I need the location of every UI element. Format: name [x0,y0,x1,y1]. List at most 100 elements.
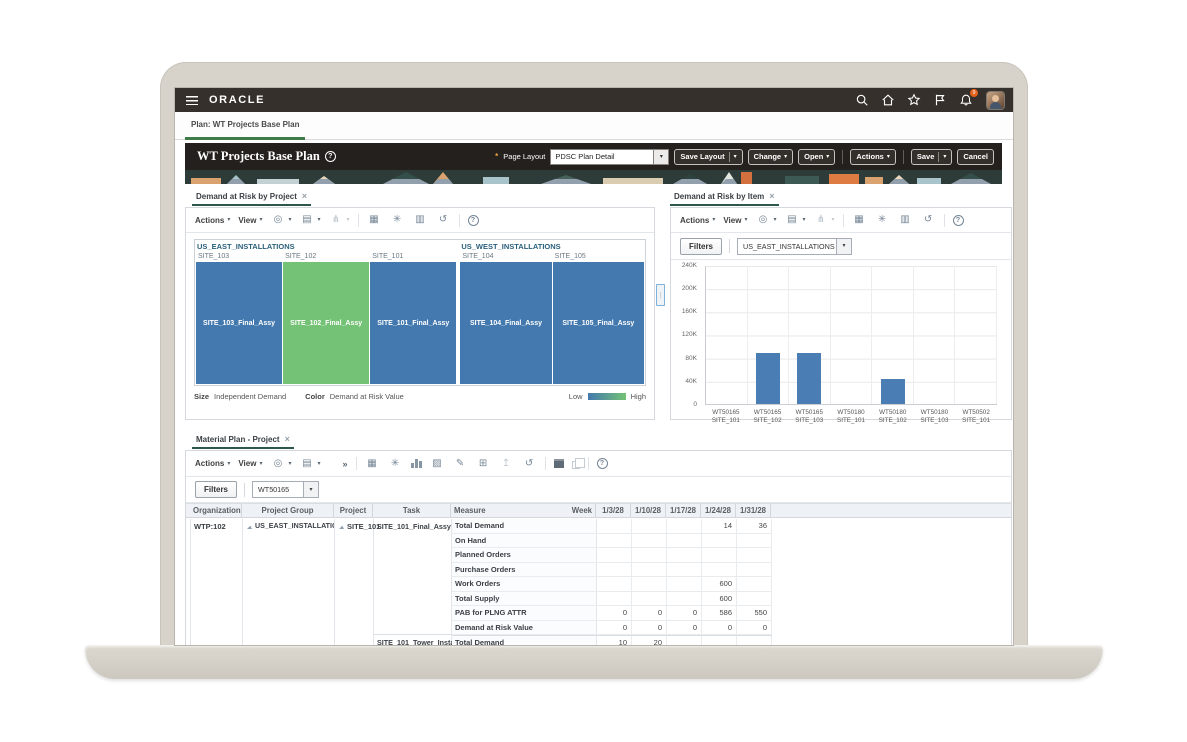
measure-value-cell[interactable] [667,592,702,606]
home-icon[interactable] [881,93,895,107]
treemap-node[interactable]: SITE_101 SITE_101_Final_Assy [370,252,456,384]
measure-value-cell[interactable] [667,636,702,645]
format-menu[interactable]: ▤ [784,215,805,225]
measure-value-cell[interactable] [702,636,737,645]
measure-value-cell[interactable] [667,534,702,548]
refresh-icon[interactable]: ↺ [921,215,936,225]
actions-button[interactable]: Actions [850,149,896,165]
view-menu[interactable]: View [723,216,747,225]
measure-value-cell[interactable]: 0 [737,621,772,635]
measure-value-cell[interactable]: 36 [737,519,772,533]
user-avatar[interactable] [987,92,1004,109]
measure-value-cell[interactable] [702,548,737,562]
export-icon[interactable]: ✳ [875,215,890,225]
edit-pencil-icon[interactable]: ✎ [453,459,468,469]
measure-value-cell[interactable]: 10 [597,636,632,645]
measure-value-cell[interactable]: 20 [632,636,667,645]
measure-value-cell[interactable] [597,577,632,591]
export-icon[interactable]: ✳ [388,459,403,469]
actions-menu[interactable]: Actions [195,459,230,468]
task-cell[interactable]: SITE_101_Final_Assy [374,519,451,635]
page-layout-value[interactable]: PDSC Plan Detail [550,149,654,165]
page-help-icon[interactable] [325,151,336,162]
help-icon[interactable] [953,215,964,226]
tab-material-plan-project[interactable]: Material Plan - Project [192,431,294,449]
view-menu[interactable]: View [238,459,262,468]
measure-value-cell[interactable] [597,548,632,562]
notifications-bell-icon[interactable]: 9 [959,93,973,107]
column-header-project-group[interactable]: Project Group [242,504,334,517]
refresh-icon[interactable]: ↺ [436,215,451,225]
measure-value-cell[interactable] [632,519,667,533]
chart-view-icon[interactable] [411,459,422,468]
measure-value-cell[interactable] [667,577,702,591]
measure-value-cell[interactable] [737,577,772,591]
bar[interactable] [881,379,905,404]
favorites-star-icon[interactable] [907,93,921,107]
print-icon[interactable]: ▦ [365,459,380,469]
column-header-week-1[interactable]: 1/3/28 [596,504,631,517]
change-button[interactable]: Change [748,149,794,165]
column-header-week-3[interactable]: 1/17/28 [666,504,701,517]
search-icon[interactable] [855,93,869,107]
pivot-table-icon[interactable]: ⊞ [476,459,491,469]
measure-value-cell[interactable] [632,563,667,577]
measure-value-cell[interactable]: 0 [632,621,667,635]
print-icon[interactable]: ▦ [367,215,382,225]
measure-value-cell[interactable] [632,592,667,606]
measure-value-cell[interactable]: 0 [597,621,632,635]
column-header-week-4[interactable]: 1/24/28 [701,504,736,517]
grid-view-icon[interactable]: ▥ [413,215,428,225]
organization-cell[interactable]: WTP:102 [191,519,243,645]
tab-plan[interactable]: Plan: WT Projects Base Plan [185,112,305,140]
dropdown-icon[interactable] [304,481,319,498]
measure-value-cell[interactable]: 0 [702,621,737,635]
measure-value-cell[interactable] [737,548,772,562]
edit-grid-icon[interactable]: ▨ [430,459,445,469]
save-button[interactable]: Save [911,149,953,165]
tab-demand-at-risk-by-item[interactable]: Demand at Risk by Item [670,188,779,206]
tab-demand-at-risk-by-project[interactable]: Demand at Risk by Project [192,188,311,206]
measure-value-cell[interactable] [702,563,737,577]
measure-value-cell[interactable] [737,636,772,645]
filter-value[interactable]: WT50165 [252,481,304,498]
export-icon[interactable]: ✳ [390,215,405,225]
measure-value-cell[interactable]: 0 [667,621,702,635]
help-icon[interactable] [468,215,479,226]
treemap-node[interactable]: SITE_104 SITE_104_Final_Assy [460,252,551,384]
measure-value-cell[interactable] [737,534,772,548]
measure-value-cell[interactable] [632,548,667,562]
column-header-week-5[interactable]: 1/31/28 [736,504,771,517]
target-menu[interactable]: ◎ [270,215,291,225]
column-header-measure[interactable]: Measure Week [451,504,596,517]
bar[interactable] [797,353,821,404]
actions-menu[interactable]: Actions [680,216,715,225]
measure-value-cell[interactable] [597,592,632,606]
grid-view-icon[interactable]: ▥ [898,215,913,225]
filters-button[interactable]: Filters [680,238,722,255]
measure-value-cell[interactable]: 14 [702,519,737,533]
measure-value-cell[interactable]: 0 [597,606,632,620]
print-icon[interactable]: ▦ [852,215,867,225]
column-header-task[interactable]: Task [373,504,451,517]
panel-splitter-handle[interactable] [656,284,665,306]
overflow-chevron-icon[interactable] [343,459,348,469]
target-menu[interactable]: ◎ [270,459,291,469]
treemap-node[interactable]: SITE_105 SITE_105_Final_Assy [553,252,644,384]
page-layout-dropdown-icon[interactable] [654,149,669,165]
measure-value-cell[interactable] [632,534,667,548]
save-layout-button[interactable]: Save Layout [674,149,742,165]
close-icon[interactable] [769,192,774,201]
filter-value[interactable]: US_EAST_INSTALLATIONS [737,238,837,255]
measure-value-cell[interactable] [597,534,632,548]
measure-value-cell[interactable] [597,563,632,577]
filters-button[interactable]: Filters [195,481,237,498]
measure-value-cell[interactable] [667,519,702,533]
format-menu[interactable]: ▤ [299,459,320,469]
measure-value-cell[interactable] [667,548,702,562]
measure-value-cell[interactable]: 586 [702,606,737,620]
cancel-button[interactable]: Cancel [957,149,994,165]
close-icon[interactable] [285,435,290,444]
column-header-organization[interactable]: Organization [190,504,242,517]
measure-value-cell[interactable] [702,534,737,548]
